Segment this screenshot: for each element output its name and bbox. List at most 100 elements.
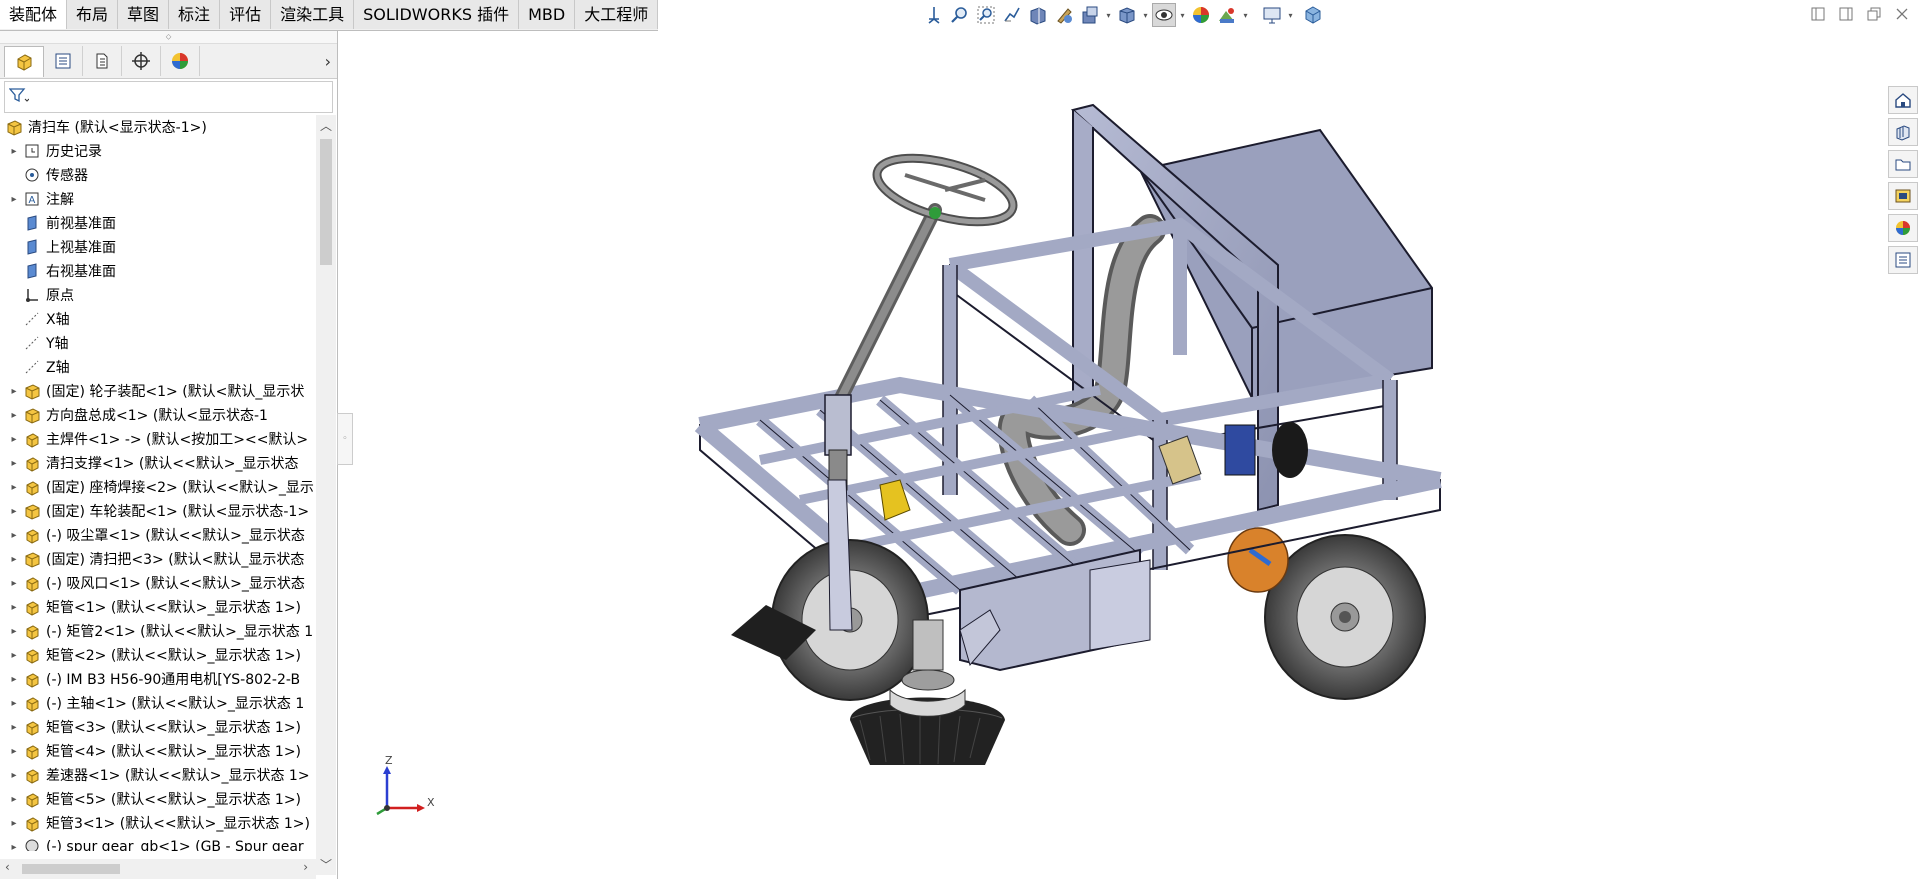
tree-item[interactable]: ▸ 矩管<3> (默认<<默认>_显示状态 1>) bbox=[0, 715, 318, 739]
close-icon[interactable] bbox=[1894, 6, 1910, 22]
tree-item[interactable]: ▸ (-) 吸风口<1> (默认<<默认>_显示状态 bbox=[0, 571, 318, 595]
tree-item[interactable]: ▸ 矩管<1> (默认<<默认>_显示状态 1>) bbox=[0, 595, 318, 619]
tree-item[interactable]: 传感器 bbox=[0, 163, 318, 187]
view-palette-icon[interactable] bbox=[1888, 182, 1918, 210]
featuremanager-icon[interactable] bbox=[4, 45, 44, 77]
tab-6[interactable]: SOLIDWORKS 插件 bbox=[354, 0, 520, 29]
dynamic-annotation-icon[interactable] bbox=[1052, 3, 1076, 27]
tree-item[interactable]: ▸ A 注解 bbox=[0, 187, 318, 211]
expand-icon[interactable]: ▸ bbox=[6, 722, 22, 733]
tree-item[interactable]: ▸ (-) 吸尘罩<1> (默认<<默认>_显示状态 bbox=[0, 523, 318, 547]
expand-icon[interactable]: ▸ bbox=[6, 434, 22, 445]
tab-2[interactable]: 草图 bbox=[118, 0, 170, 29]
sweeper-assembly-model[interactable] bbox=[339, 31, 1881, 879]
expand-icon[interactable]: ▸ bbox=[6, 458, 22, 469]
expand-icon[interactable]: ▸ bbox=[6, 602, 22, 613]
expand-icon[interactable]: ▸ bbox=[6, 506, 22, 517]
scroll-thumb[interactable] bbox=[320, 139, 332, 265]
file-explorer-icon[interactable] bbox=[1888, 150, 1918, 178]
tab-1[interactable]: 布局 bbox=[67, 0, 119, 29]
expand-icon[interactable]: ▸ bbox=[6, 578, 22, 589]
expand-icon[interactable]: ▸ bbox=[6, 626, 22, 637]
tree-item[interactable]: X轴 bbox=[0, 307, 318, 331]
expand-icon[interactable]: ▸ bbox=[6, 650, 22, 661]
tile-right-icon[interactable] bbox=[1838, 6, 1854, 22]
chevron-right-icon[interactable]: › bbox=[325, 52, 331, 71]
expand-icon[interactable]: ▸ bbox=[6, 554, 22, 565]
apply-scene-icon[interactable] bbox=[1215, 3, 1239, 27]
tree-item[interactable]: ▸ 方向盘总成<1> (默认<显示状态-1 bbox=[0, 403, 318, 427]
tree-item[interactable]: ▸ 历史记录 bbox=[0, 139, 318, 163]
edit-appearance-icon[interactable] bbox=[1189, 3, 1213, 27]
tree-item[interactable]: ▸ 差速器<1> (默认<<默认>_显示状态 1> bbox=[0, 763, 318, 787]
tree-item[interactable]: 原点 bbox=[0, 283, 318, 307]
filter-icon[interactable] bbox=[8, 87, 30, 107]
tab-3[interactable]: 标注 bbox=[169, 0, 221, 29]
tree-item[interactable]: ▸ (-) IM B3 H56-90通用电机[YS-802-2-B bbox=[0, 667, 318, 691]
scroll-thumb[interactable] bbox=[22, 864, 120, 874]
tree-item[interactable]: 上视基准面 bbox=[0, 235, 318, 259]
tree-horizontal-scrollbar[interactable]: ‹ › bbox=[0, 859, 316, 879]
tree-item[interactable]: ▸ (固定) 车轮装配<1> (默认<显示状态-1> bbox=[0, 499, 318, 523]
tab-5[interactable]: 渲染工具 bbox=[271, 0, 355, 29]
view-settings-icon[interactable] bbox=[1078, 3, 1102, 27]
section-view-icon[interactable] bbox=[1026, 3, 1050, 27]
view-cube-icon[interactable] bbox=[1301, 3, 1325, 27]
displaymanager-icon[interactable] bbox=[161, 46, 200, 76]
view-display-icon[interactable] bbox=[1260, 3, 1284, 27]
tree-item[interactable]: 前视基准面 bbox=[0, 211, 318, 235]
expand-icon[interactable]: ▸ bbox=[6, 794, 22, 805]
tab-0[interactable]: 装配体 bbox=[0, 0, 68, 29]
chevron-down-icon[interactable]: ▾ bbox=[1104, 3, 1113, 27]
previous-view-icon[interactable] bbox=[1000, 3, 1024, 27]
restore-tile-left-icon[interactable] bbox=[1810, 6, 1826, 22]
expand-icon[interactable]: ▸ bbox=[6, 386, 22, 397]
tab-7[interactable]: MBD bbox=[519, 0, 576, 29]
expand-icon[interactable]: ▸ bbox=[6, 746, 22, 757]
expand-icon[interactable]: ▸ bbox=[6, 674, 22, 685]
tree-vertical-scrollbar[interactable]: ︿ ﹀ bbox=[316, 115, 336, 875]
scroll-down-icon[interactable]: ﹀ bbox=[316, 856, 336, 873]
chevron-down-icon[interactable]: ▾ bbox=[1286, 3, 1295, 27]
tree-item[interactable]: ▸ 矩管<4> (默认<<默认>_显示状态 1>) bbox=[0, 739, 318, 763]
tab-8[interactable]: 大工程师 bbox=[575, 0, 659, 29]
tree-item[interactable]: ▸ 清扫支撑<1> (默认<<默认>_显示状态 bbox=[0, 451, 318, 475]
tree-item[interactable]: ▸ (固定) 轮子装配<1> (默认<默认_显示状 bbox=[0, 379, 318, 403]
expand-icon[interactable]: ▸ bbox=[6, 770, 22, 781]
expand-icon[interactable]: ▸ bbox=[6, 194, 22, 205]
tree-item[interactable]: ▸ (固定) 座椅焊接<2> (默认<<默认>_显示 bbox=[0, 475, 318, 499]
maximize-icon[interactable] bbox=[1866, 6, 1882, 22]
tree-item[interactable]: Y轴 bbox=[0, 331, 318, 355]
tree-item[interactable]: 右视基准面 bbox=[0, 259, 318, 283]
propertymanager-icon[interactable] bbox=[44, 46, 83, 76]
appearances-icon[interactable] bbox=[1888, 214, 1918, 242]
expand-icon[interactable]: ▸ bbox=[6, 818, 22, 829]
tab-4[interactable]: 评估 bbox=[220, 0, 272, 29]
chevron-down-icon[interactable]: ▾ bbox=[1241, 3, 1250, 27]
zoom-to-fit-icon[interactable] bbox=[948, 3, 972, 27]
hide-show-icon[interactable] bbox=[1152, 3, 1176, 27]
tree-item[interactable]: 清扫车 (默认<显示状态-1>) bbox=[0, 115, 318, 139]
tree-item[interactable]: ▸ 矩管<2> (默认<<默认>_显示状态 1>) bbox=[0, 643, 318, 667]
tree-item[interactable]: Z轴 bbox=[0, 355, 318, 379]
chevron-down-icon[interactable]: ▾ bbox=[1178, 3, 1187, 27]
expand-icon[interactable]: ▸ bbox=[6, 698, 22, 709]
expand-icon[interactable]: ▸ bbox=[6, 146, 22, 157]
panel-splitter[interactable]: ⬦ bbox=[0, 31, 337, 44]
tree-item[interactable]: ▸ 矩管3<1> (默认<<默认>_显示状态 1>) bbox=[0, 811, 318, 835]
tree-item[interactable]: ▸ (-) spur gear_gb<1> (GB - Spur gear bbox=[0, 835, 318, 851]
scroll-left-icon[interactable]: ‹ bbox=[5, 860, 10, 874]
configurationmanager-icon[interactable] bbox=[83, 46, 122, 76]
scroll-up-icon[interactable]: ︿ bbox=[316, 117, 336, 134]
custom-properties-icon[interactable] bbox=[1888, 246, 1918, 274]
scroll-right-icon[interactable]: › bbox=[303, 860, 308, 874]
view-orientation-icon[interactable] bbox=[922, 3, 946, 27]
expand-icon[interactable]: ▸ bbox=[6, 842, 22, 852]
tree-item[interactable]: ▸ 主焊件<1> -> (默认<按加工><<默认> bbox=[0, 427, 318, 451]
dimxpertmanager-icon[interactable] bbox=[122, 46, 161, 76]
graphics-area[interactable] bbox=[339, 31, 1881, 879]
tree-filter[interactable] bbox=[4, 81, 333, 113]
design-library-icon[interactable] bbox=[1888, 118, 1918, 146]
expand-icon[interactable]: ▸ bbox=[6, 482, 22, 493]
tree-item[interactable]: ▸ (固定) 清扫把<3> (默认<默认_显示状态 bbox=[0, 547, 318, 571]
